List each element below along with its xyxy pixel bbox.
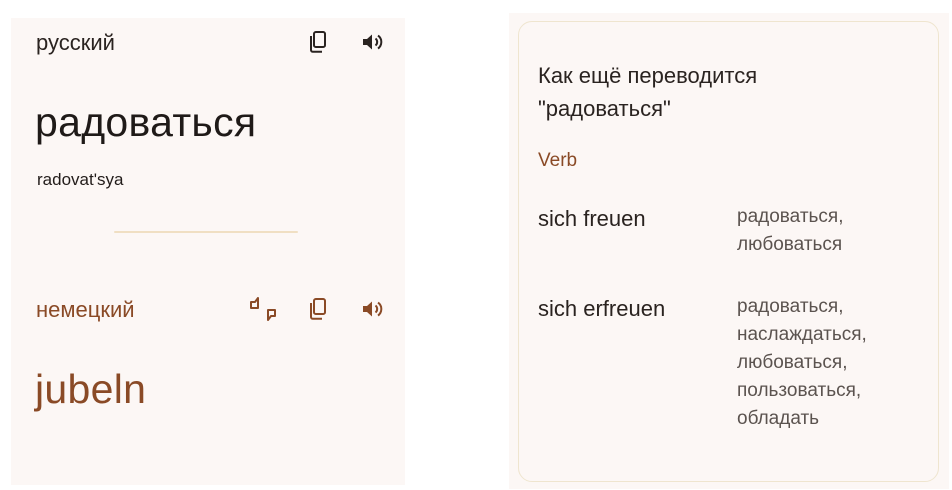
entry-translations: радоваться, любоваться <box>737 206 844 255</box>
entry-word[interactable]: sich erfreuen <box>538 296 665 322</box>
alternatives-card: Как ещё переводится "радоваться" Verb si… <box>518 21 939 482</box>
source-language-label: русский <box>36 30 115 55</box>
entry-translations: радоваться, наслаждаться, любоваться, по… <box>737 296 867 429</box>
feedback-icon[interactable] <box>249 297 277 326</box>
copy-icon[interactable] <box>307 30 329 59</box>
target-language-label: немецкий <box>36 297 135 322</box>
translation-panel: русский радоваться radovat'sya немецкий <box>11 18 405 485</box>
target-word: jubeln <box>35 366 147 412</box>
part-of-speech-label: Verb <box>538 150 578 171</box>
transliteration: radovat'sya <box>37 170 124 189</box>
speaker-icon[interactable] <box>361 298 385 325</box>
source-word: радоваться <box>35 99 257 145</box>
divider <box>114 231 298 233</box>
entry-word[interactable]: sich freuen <box>538 206 646 232</box>
copy-icon[interactable] <box>307 297 329 326</box>
speaker-icon[interactable] <box>361 31 385 58</box>
alternatives-title: Как ещё переводится "радоваться" <box>538 63 758 121</box>
alternatives-panel: Как ещё переводится "радоваться" Verb si… <box>509 13 949 489</box>
